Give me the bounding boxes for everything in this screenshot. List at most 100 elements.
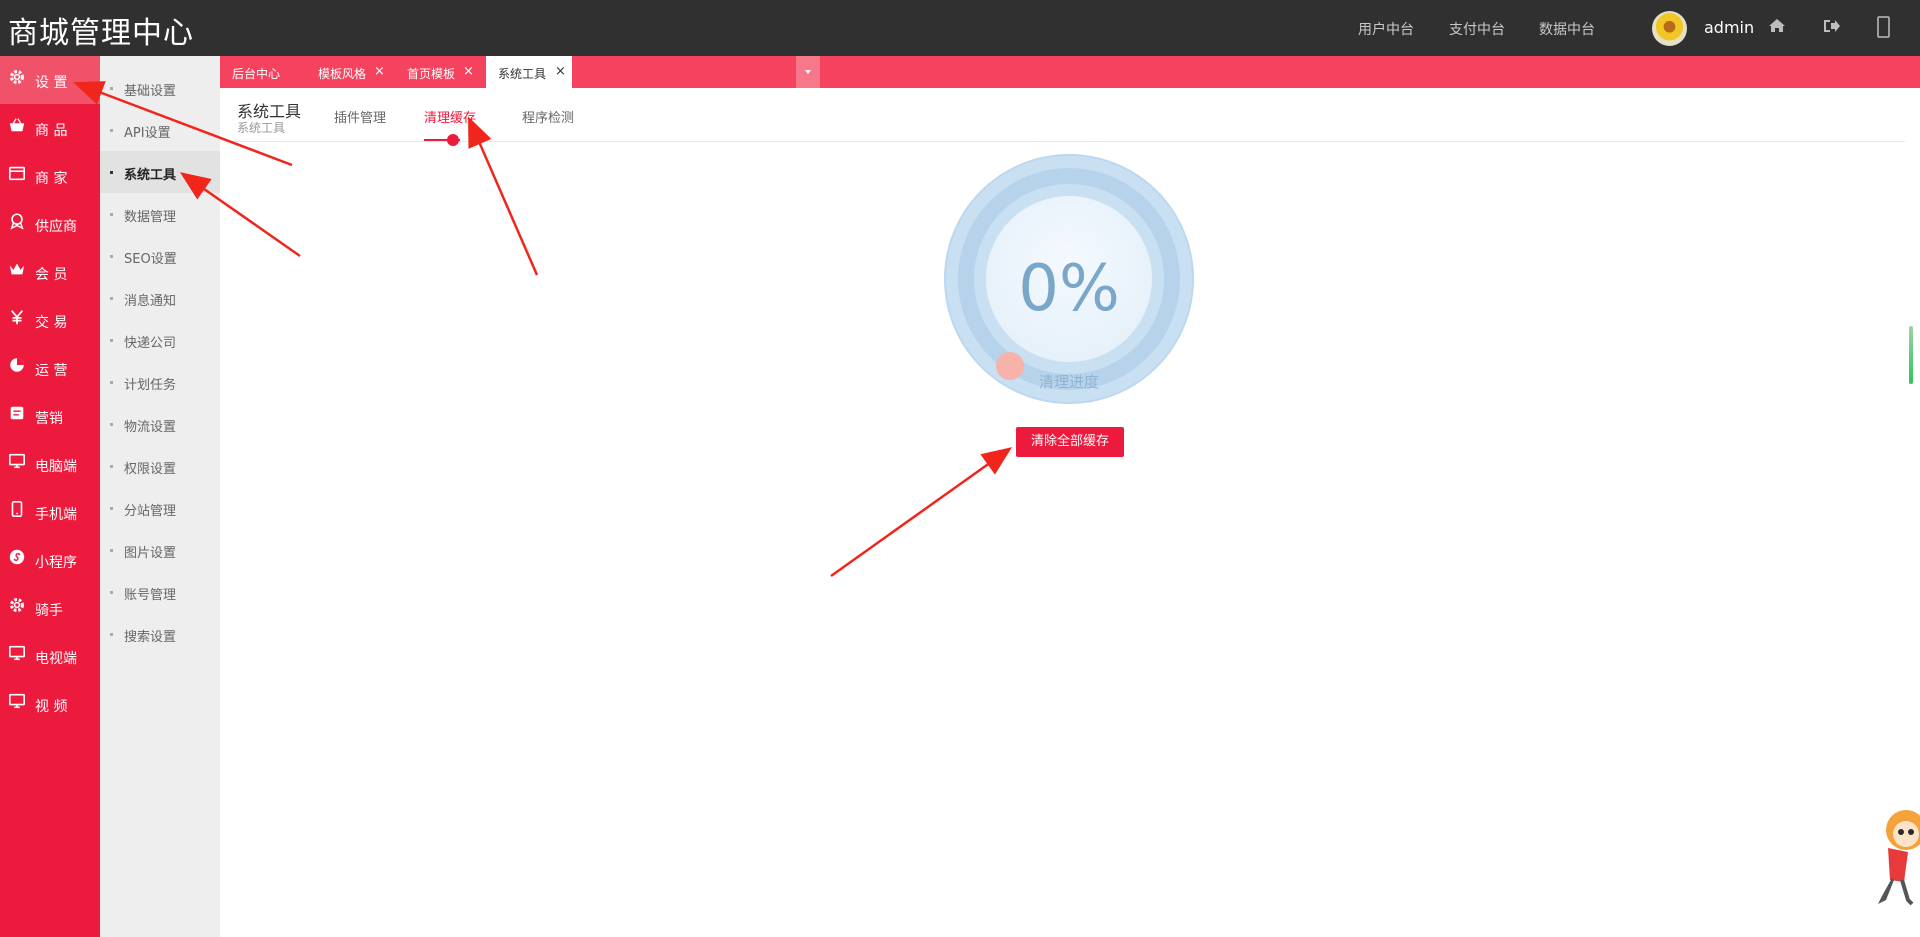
subnav-item-express[interactable]: 快递公司 bbox=[100, 319, 220, 361]
arrow-to-clear-cache-tab bbox=[468, 116, 539, 276]
tag-icon bbox=[10, 406, 24, 420]
username[interactable]: admin bbox=[1704, 18, 1754, 37]
monitor-icon bbox=[8, 693, 26, 709]
home-icon[interactable] bbox=[1767, 16, 1787, 36]
subnav-item-label: 消息通知 bbox=[124, 294, 177, 309]
sidebar-item-label: 商 品 bbox=[35, 123, 68, 139]
bullet bbox=[110, 87, 113, 90]
subnav-item-label: API设置 bbox=[124, 126, 171, 141]
bullet bbox=[110, 549, 113, 552]
subnav-item-label: 数据管理 bbox=[124, 210, 177, 225]
subtab-clear-cache[interactable]: 清理缓存 bbox=[424, 107, 476, 126]
progress-percent: 0% bbox=[1018, 252, 1120, 326]
subtab-plugins[interactable]: 插件管理 bbox=[334, 107, 386, 126]
logout-icon[interactable] bbox=[1821, 16, 1841, 36]
mascot-image bbox=[1878, 810, 1920, 906]
subnav-item-substation[interactable]: 分站管理 bbox=[100, 487, 220, 529]
bullet bbox=[110, 507, 113, 510]
miniapp-icon bbox=[9, 549, 25, 565]
tab-system-tools[interactable]: 系统工具 × bbox=[486, 56, 572, 88]
subnav-item-label: 计划任务 bbox=[124, 378, 177, 393]
subnav-item-cron[interactable]: 计划任务 bbox=[100, 361, 220, 403]
sidebar-item-label: 运 营 bbox=[35, 363, 68, 379]
subnav-item-label: 权限设置 bbox=[124, 462, 177, 477]
subnav-item-label: 账号管理 bbox=[124, 588, 177, 603]
sidebar-item-label: 商 家 bbox=[35, 171, 68, 187]
sidebar-item-mobile[interactable]: 手机端 bbox=[0, 488, 100, 536]
secondary-sidebar: 基础设置 API设置 系统工具 数据管理 SEO设置 消息通知 快递公司 计划任… bbox=[100, 56, 220, 937]
scroll-indicator[interactable] bbox=[1909, 326, 1913, 384]
subnav-item-system-tools[interactable]: 系统工具 bbox=[100, 151, 220, 193]
subnav-item-logistics[interactable]: 物流设置 bbox=[100, 403, 220, 445]
subtab-program-check[interactable]: 程序检测 bbox=[522, 107, 574, 126]
bullet bbox=[110, 255, 113, 258]
sidebar-item-label: 电视端 bbox=[35, 651, 77, 667]
monitor-icon bbox=[8, 645, 26, 661]
sidebar-item-trade[interactable]: 交 易 bbox=[0, 296, 100, 344]
sidebar-item-marketing[interactable]: 营销 bbox=[0, 392, 100, 440]
subnav-item-search[interactable]: 搜索设置 bbox=[100, 613, 220, 655]
bullet bbox=[110, 171, 113, 174]
sidebar-item-miniapp[interactable]: 小程序 bbox=[0, 536, 100, 584]
sidebar-item-merchant[interactable]: 商 家 bbox=[0, 152, 100, 200]
sidebar-item-pc[interactable]: 电脑端 bbox=[0, 440, 100, 488]
subnav-item-seo[interactable]: SEO设置 bbox=[100, 235, 220, 277]
top-bar: 商城管理中心 用户中台 支付中台 数据中台 admin bbox=[0, 0, 1920, 56]
tab-admin-home[interactable]: 后台中心 bbox=[220, 56, 300, 88]
nav-data-center[interactable]: 数据中台 bbox=[1539, 19, 1595, 39]
close-icon[interactable]: × bbox=[463, 64, 474, 79]
tab-home-template[interactable]: 首页模板 × bbox=[395, 56, 481, 88]
active-subtab-indicator bbox=[447, 134, 459, 146]
sidebar-item-video[interactable]: 视 频 bbox=[0, 680, 100, 728]
sidebar-item-tv[interactable]: 电视端 bbox=[0, 632, 100, 680]
tab-template-style[interactable]: 模板风格 × bbox=[306, 56, 392, 88]
nav-payment-center[interactable]: 支付中台 bbox=[1449, 19, 1505, 39]
mobile-icon[interactable] bbox=[1876, 14, 1892, 40]
divider bbox=[235, 141, 1905, 142]
monitor-icon bbox=[8, 453, 26, 469]
sidebar-item-label: 电脑端 bbox=[35, 459, 77, 475]
subnav-item-notify[interactable]: 消息通知 bbox=[100, 277, 220, 319]
chevron-down-icon bbox=[805, 70, 811, 74]
close-icon[interactable]: × bbox=[374, 64, 385, 79]
avatar[interactable] bbox=[1652, 11, 1687, 46]
bullet bbox=[110, 591, 113, 594]
subnav-item-label: 搜索设置 bbox=[124, 630, 177, 645]
subnav-item-basic[interactable]: 基础设置 bbox=[100, 67, 220, 109]
progress-label: 清理进度 bbox=[1038, 373, 1099, 391]
sidebar-item-label: 会 员 bbox=[35, 267, 68, 283]
subnav-item-data[interactable]: 数据管理 bbox=[100, 193, 220, 235]
tab-strip: 后台中心 模板风格 × 首页模板 × 系统工具 × bbox=[220, 56, 1920, 88]
sidebar-item-operation[interactable]: 运 营 bbox=[0, 344, 100, 392]
sidebar-item-label: 骑手 bbox=[35, 603, 63, 619]
subnav-item-label: 物流设置 bbox=[124, 420, 177, 435]
sidebar-item-label: 交 易 bbox=[35, 315, 68, 331]
mobile-icon bbox=[11, 500, 23, 518]
subnav-item-label: 图片设置 bbox=[124, 546, 177, 561]
bullet bbox=[110, 423, 113, 426]
sidebar-item-settings[interactable]: 设 置 bbox=[0, 56, 100, 104]
tab-dropdown-button[interactable] bbox=[796, 56, 820, 88]
subnav-item-account[interactable]: 账号管理 bbox=[100, 571, 220, 613]
clear-all-cache-button[interactable]: 清除全部缓存 bbox=[1016, 427, 1124, 457]
subnav-item-label: SEO设置 bbox=[124, 252, 177, 267]
store-icon bbox=[8, 166, 26, 181]
sidebar-item-supplier[interactable]: 供应商 bbox=[0, 200, 100, 248]
sidebar-item-goods[interactable]: 商 品 bbox=[0, 104, 100, 152]
subnav-item-label: 快递公司 bbox=[124, 336, 177, 351]
close-icon[interactable]: × bbox=[555, 64, 566, 79]
sidebar-item-label: 视 频 bbox=[35, 699, 68, 715]
sidebar-item-rider[interactable]: 骑手 bbox=[0, 584, 100, 632]
nav-user-center[interactable]: 用户中台 bbox=[1358, 19, 1414, 39]
sidebar-item-label: 手机端 bbox=[35, 507, 77, 523]
sidebar-item-member[interactable]: 会 员 bbox=[0, 248, 100, 296]
sidebar-item-label: 小程序 bbox=[35, 555, 77, 571]
sidebar-item-label: 供应商 bbox=[35, 219, 77, 235]
subnav-item-label: 分站管理 bbox=[124, 504, 177, 519]
bullet bbox=[110, 381, 113, 384]
gear-icon bbox=[10, 598, 24, 612]
subnav-item-permission[interactable]: 权限设置 bbox=[100, 445, 220, 487]
subnav-item-image[interactable]: 图片设置 bbox=[100, 529, 220, 571]
bullet bbox=[110, 213, 113, 216]
subnav-item-api[interactable]: API设置 bbox=[100, 109, 220, 151]
